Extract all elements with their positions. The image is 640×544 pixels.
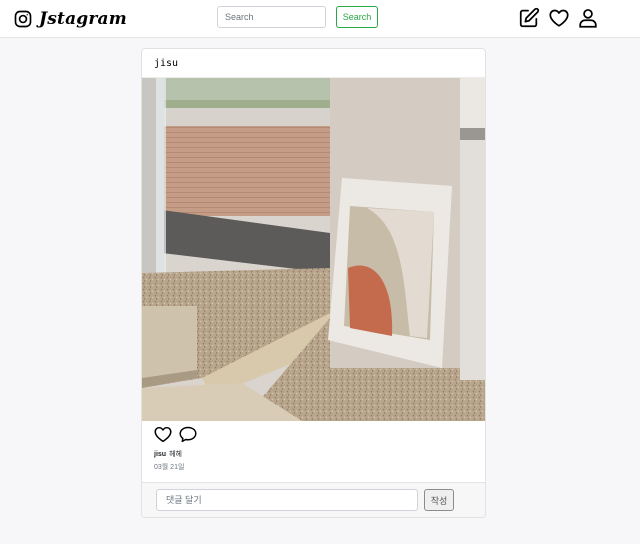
caption-text: 헤헤 [169,451,182,458]
edit-icon[interactable] [518,7,540,29]
post-actions [153,426,203,446]
search-input[interactable] [217,6,326,28]
brand-name: Jstagram [39,9,127,29]
post-date: 03월 21일 [154,464,185,471]
post-card: jisu jisu 헤헤 03월 21일 댓글 달기 작성 [141,48,486,518]
brand[interactable]: Jstagram [14,7,127,31]
post-header: jisu [142,49,485,78]
post-caption: jisu 헤헤 [154,449,182,459]
comment-form: 작성 [142,482,485,517]
navbar: Jstagram Search [0,0,640,38]
post-image [142,78,485,421]
heart-icon[interactable] [548,7,570,29]
heart-icon[interactable] [153,425,173,448]
comment-input[interactable] [156,489,418,511]
post-author[interactable]: jisu [154,58,178,69]
instagram-icon [14,10,32,28]
comment-submit-button[interactable]: 작성 [424,489,454,511]
user-icon[interactable] [577,7,599,29]
search-button[interactable]: Search [336,6,378,28]
caption-username[interactable]: jisu [154,451,166,458]
comment-icon[interactable] [178,425,198,448]
